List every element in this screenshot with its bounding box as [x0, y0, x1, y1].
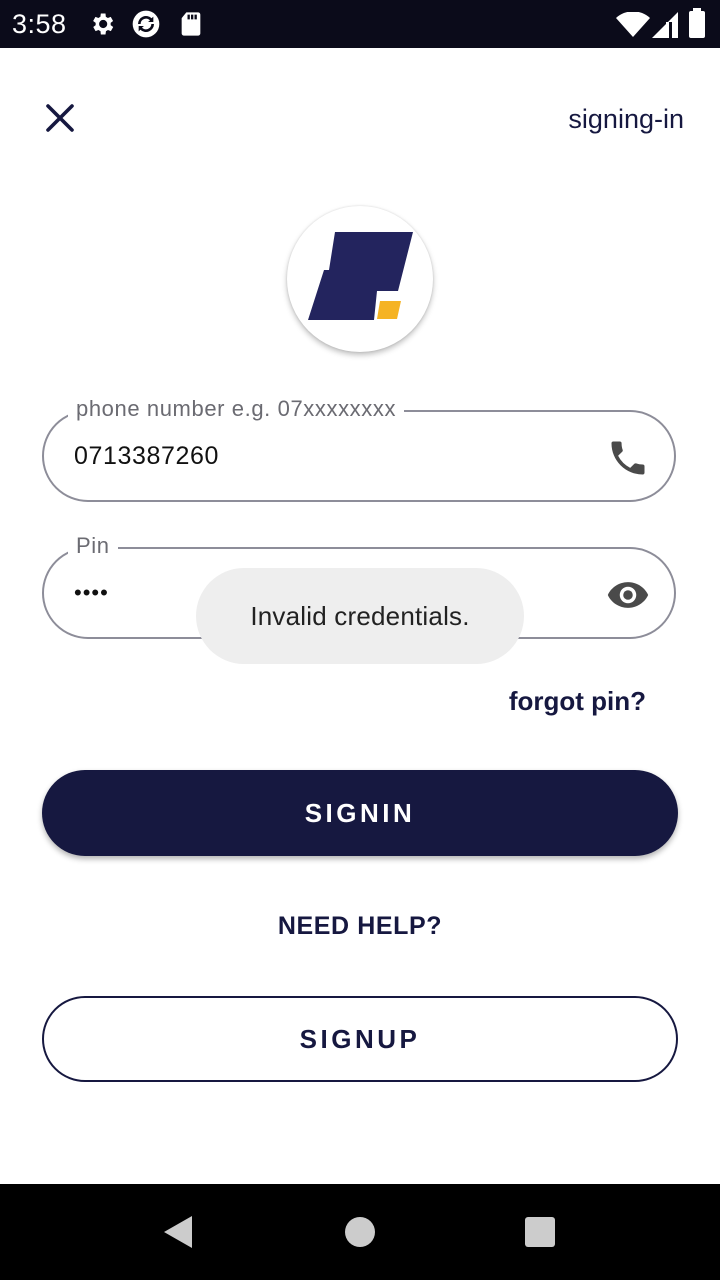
logo-mark: [308, 232, 413, 320]
gear-icon: [93, 13, 114, 35]
eye-icon: [607, 582, 649, 608]
forgot-pin-link[interactable]: forgot pin?: [509, 686, 646, 717]
back-icon[interactable]: [160, 1214, 196, 1250]
status-time: 3:58: [12, 9, 67, 39]
signup-button[interactable]: SIGNUP: [42, 996, 678, 1082]
phone-input[interactable]: [74, 412, 574, 500]
battery-icon: [689, 8, 705, 38]
status-bar: 3:58: [0, 0, 720, 48]
need-help-link[interactable]: NEED HELP?: [0, 912, 720, 941]
error-toast: Invalid credentials.: [196, 568, 524, 664]
home-icon[interactable]: [344, 1216, 376, 1248]
close-button[interactable]: [36, 96, 84, 144]
app-logo: [287, 206, 433, 352]
phone-field[interactable]: phone number e.g. 07xxxxxxxx: [42, 396, 676, 502]
signal-icon: [652, 12, 678, 38]
sync-icon: [132, 10, 160, 38]
close-icon: [46, 104, 74, 132]
recents-icon[interactable]: [524, 1216, 556, 1248]
toast-message: Invalid credentials.: [250, 600, 470, 631]
signin-button[interactable]: SIGNIN: [42, 770, 678, 856]
phone-icon: [611, 441, 645, 475]
phone-icon-button[interactable]: [606, 436, 650, 480]
sd-card-icon: [181, 12, 201, 36]
signing-in-link[interactable]: signing-in: [568, 104, 684, 135]
toggle-pin-visibility[interactable]: [606, 573, 650, 617]
navigation-bar: [0, 1184, 720, 1280]
wifi-icon: [616, 12, 650, 37]
